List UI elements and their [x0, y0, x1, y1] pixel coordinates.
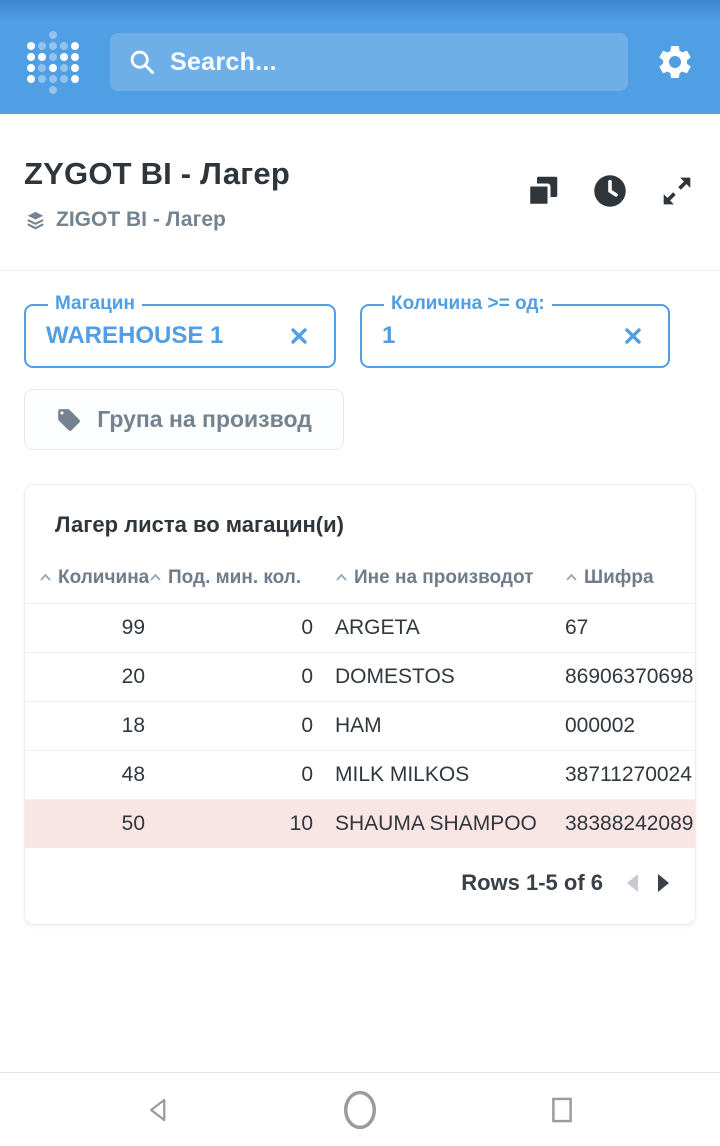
refresh-schedule-button[interactable]: [591, 172, 629, 210]
clear-filter-button[interactable]: [618, 321, 648, 351]
column-header[interactable]: Шифра: [547, 558, 695, 603]
breadcrumb[interactable]: ZIGOT BI - Лагер: [24, 208, 524, 232]
table-cell[interactable]: 18: [25, 701, 149, 750]
table-cell[interactable]: 000002: [547, 701, 695, 750]
table-cell[interactable]: ARGETA: [317, 603, 547, 652]
table-cell[interactable]: 86906370698: [547, 652, 695, 701]
table-cell[interactable]: HAM: [317, 701, 547, 750]
column-header[interactable]: Под. мин. кол.: [149, 558, 317, 603]
table-cell[interactable]: 50: [25, 799, 149, 848]
sort-chevron-icon: [565, 573, 578, 582]
clear-filter-button[interactable]: [284, 321, 314, 351]
close-icon: [623, 326, 643, 346]
filter-quantity[interactable]: Количина >= од: 1: [360, 304, 670, 368]
duplicate-button[interactable]: [524, 172, 562, 210]
table-cell[interactable]: 10: [149, 799, 317, 848]
table-cell[interactable]: 67: [547, 603, 695, 652]
filter-store-label: Магацин: [48, 293, 142, 315]
search-input[interactable]: Search...: [110, 33, 628, 91]
app-header: Search...: [0, 0, 720, 114]
table-body: 990ARGETA67200DOMESTOS86906370698180HAM0…: [25, 603, 695, 848]
table-row[interactable]: 480MILK MILKOS38711270024: [25, 750, 695, 799]
table-cell[interactable]: MILK MILKOS: [317, 750, 547, 799]
table-pagination: Rows 1-5 of 6: [25, 848, 695, 924]
dashboard-card: Лагер листа во магацин(и) КоличинаПод. м…: [24, 484, 696, 925]
close-icon: [289, 326, 309, 346]
filter-bar: Магацин WAREHOUSE 1 Количина >= од: 1: [24, 304, 696, 368]
table-cell[interactable]: 0: [149, 750, 317, 799]
table-cell[interactable]: 0: [149, 603, 317, 652]
filter-quantity-label: Количина >= од:: [384, 293, 552, 315]
sort-chevron-icon: [39, 573, 52, 582]
copy-icon: [525, 173, 561, 209]
android-recents-button[interactable]: [547, 1094, 577, 1126]
filter-quantity-value: 1: [382, 322, 395, 350]
column-header[interactable]: Количина: [25, 558, 149, 603]
rows-count-label: Rows 1-5 of 6: [461, 870, 603, 896]
table-cell[interactable]: 20: [25, 652, 149, 701]
filter-store-value: WAREHOUSE 1: [46, 322, 223, 350]
sort-chevron-icon: [335, 573, 348, 582]
table-row[interactable]: 990ARGETA67: [25, 603, 695, 652]
settings-button[interactable]: [654, 41, 696, 83]
table-cell[interactable]: 38711270024: [547, 750, 695, 799]
table-cell[interactable]: DOMESTOS: [317, 652, 547, 701]
fullscreen-button[interactable]: [658, 172, 696, 210]
filter-store[interactable]: Магацин WAREHOUSE 1: [24, 304, 336, 368]
next-page-button[interactable]: [658, 874, 669, 892]
metabase-logo-icon[interactable]: [24, 27, 82, 97]
android-back-button[interactable]: [143, 1095, 173, 1125]
table-cell[interactable]: 38388242089: [547, 799, 695, 848]
table-row[interactable]: 180HAM000002: [25, 701, 695, 750]
android-home-button[interactable]: [341, 1089, 379, 1131]
results-table: КоличинаПод. мин. кол.Ине на производотШ…: [25, 558, 695, 848]
recents-square-icon: [547, 1094, 577, 1126]
android-navbar: [0, 1072, 720, 1146]
page-title: ZYGOT BI - Лагер: [24, 156, 524, 192]
table-cell[interactable]: SHAUMA SHAMPOO: [317, 799, 547, 848]
table-cell[interactable]: 48: [25, 750, 149, 799]
table-cell[interactable]: 0: [149, 652, 317, 701]
search-icon: [128, 48, 156, 76]
product-group-filter-button[interactable]: Група на производ: [24, 389, 344, 450]
column-header[interactable]: Ине на производот: [317, 558, 547, 603]
table-row[interactable]: 200DOMESTOS86906370698: [25, 652, 695, 701]
sort-chevron-icon: [149, 573, 162, 582]
table-header-row: КоличинаПод. мин. кол.Ине на производотШ…: [25, 558, 695, 603]
tag-icon: [56, 407, 82, 433]
back-triangle-icon: [143, 1095, 173, 1125]
table-cell[interactable]: 99: [25, 603, 149, 652]
clock-icon: [592, 173, 628, 209]
search-placeholder: Search...: [170, 48, 277, 77]
gear-icon: [655, 42, 695, 82]
expand-icon: [660, 174, 694, 208]
previous-page-button[interactable]: [627, 874, 638, 892]
home-circle-icon: [341, 1089, 379, 1131]
table-cell[interactable]: 0: [149, 701, 317, 750]
breadcrumb-label: ZIGOT BI - Лагер: [56, 208, 226, 232]
dashboard-header: ZYGOT BI - Лагер ZIGOT BI - Лагер: [0, 114, 720, 271]
product-group-filter-label: Група на производ: [97, 406, 312, 433]
layers-icon: [24, 209, 47, 232]
card-title: Лагер листа во магацин(и): [25, 485, 695, 538]
table-row[interactable]: 5010SHAUMA SHAMPOO38388242089: [25, 799, 695, 848]
